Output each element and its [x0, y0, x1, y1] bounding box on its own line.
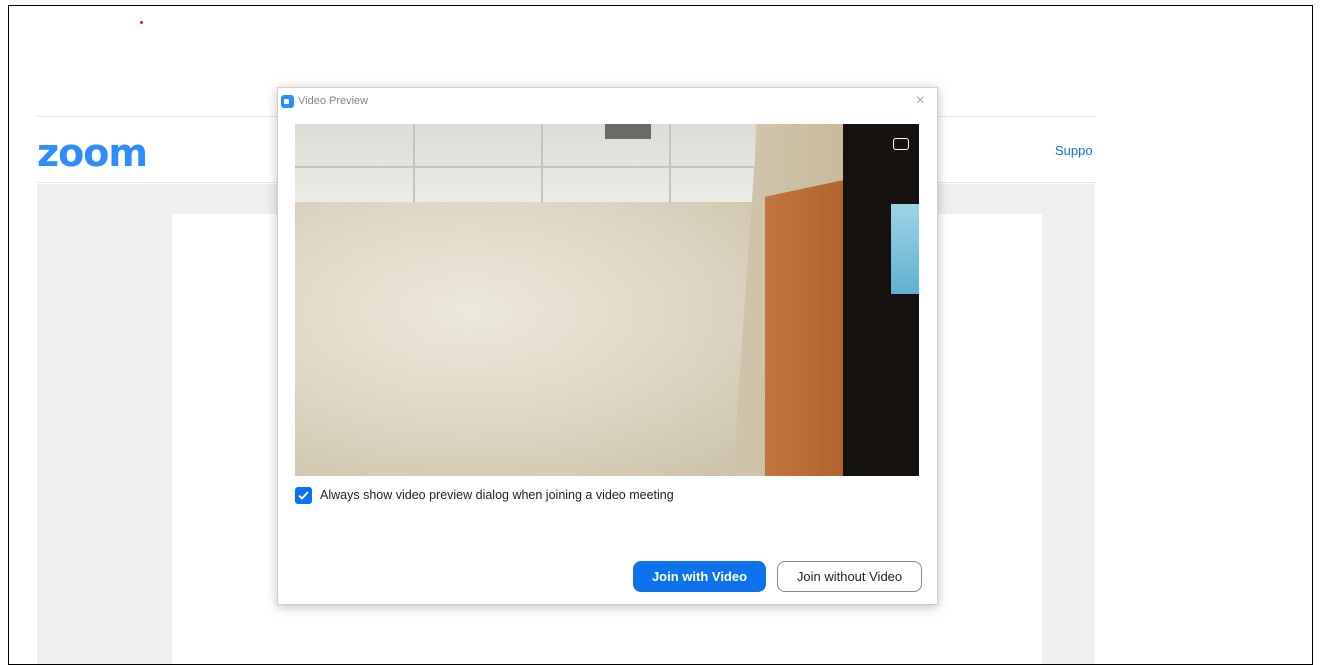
- zoom-app-icon: [281, 95, 294, 108]
- video-dark-area: [843, 124, 919, 476]
- dialog-titlebar[interactable]: Video Preview ×: [278, 88, 937, 116]
- preview-checkbox[interactable]: [295, 486, 312, 504]
- video-ceiling: [295, 124, 755, 202]
- join-without-video-button[interactable]: Join without Video: [777, 561, 922, 592]
- close-icon[interactable]: ×: [916, 92, 925, 110]
- video-vent: [605, 124, 651, 139]
- red-dot: [140, 21, 143, 24]
- checkmark-icon: [298, 490, 309, 500]
- camera-switch-icon[interactable]: [893, 138, 909, 150]
- video-preview-dialog: Video Preview × Always show video previe…: [277, 87, 938, 605]
- join-with-video-button[interactable]: Join with Video: [633, 561, 766, 592]
- zoom-logo[interactable]: zoom: [37, 131, 148, 175]
- video-screen: [891, 204, 919, 294]
- preview-checkbox-label[interactable]: Always show video preview dialog when jo…: [320, 488, 674, 502]
- support-link[interactable]: Suppo: [1055, 143, 1093, 158]
- preview-checkbox-row[interactable]: Always show video preview dialog when jo…: [295, 486, 674, 504]
- video-wall: [295, 202, 795, 476]
- dialog-title: Video Preview: [298, 95, 369, 107]
- video-preview: [295, 124, 919, 476]
